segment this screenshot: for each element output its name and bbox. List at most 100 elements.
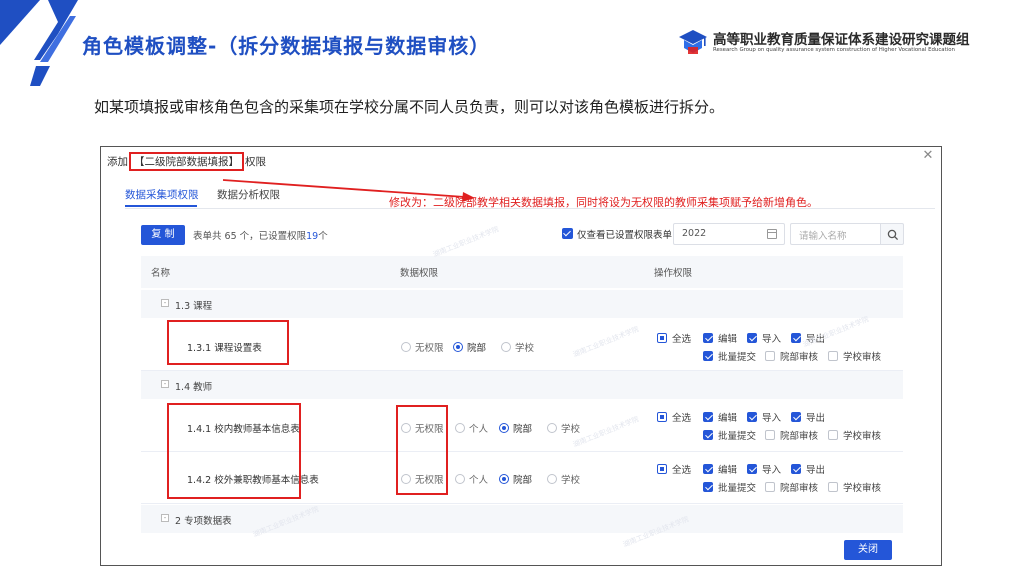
checkbox-import[interactable]: 导入 [747, 462, 781, 476]
checkbox-label: 学校审核 [843, 431, 882, 442]
checkbox-label: 批量提交 [718, 352, 757, 363]
radio-dot [499, 474, 509, 484]
annotation-note: 修改为：二级院部教学相关数据填报，同时将设为无权限的教师采集项赋予给新增角色。 [389, 196, 818, 209]
search-button[interactable] [880, 223, 904, 245]
corner-decoration [0, 0, 78, 86]
radio-label: 个人 [469, 424, 489, 435]
group-row[interactable]: - 1.3 课程 [141, 290, 903, 318]
stats-suffix: 个 [318, 231, 328, 242]
checkbox-box [747, 412, 757, 422]
col-name: 名称 [151, 268, 171, 279]
watermark: 湖南工业职业技术学院 [432, 225, 500, 259]
radio-personal[interactable]: 个人 [455, 472, 488, 486]
checkbox-school-review[interactable]: 学校审核 [828, 428, 881, 442]
checkbox-label: 全选 [672, 413, 692, 424]
checkbox-batch-submit[interactable]: 批量提交 [703, 480, 756, 494]
checkbox-box [703, 333, 713, 343]
checkbox-label: 全选 [672, 334, 692, 345]
checkbox-edit[interactable]: 编辑 [703, 410, 737, 424]
only-set-checkbox[interactable] [562, 228, 573, 239]
radio-label: 个人 [469, 475, 489, 486]
radio-label: 学校 [561, 424, 581, 435]
checkbox-box [747, 333, 757, 343]
checkbox-export[interactable]: 导出 [791, 462, 825, 476]
checkbox-box [657, 464, 667, 474]
year-value: 2022 [682, 228, 707, 239]
checkbox-label: 导出 [806, 465, 826, 476]
checkbox-import[interactable]: 导入 [747, 410, 781, 424]
checkbox-export[interactable]: 导出 [791, 410, 825, 424]
radio-school[interactable]: 学校 [547, 421, 580, 435]
checkbox-import[interactable]: 导入 [747, 331, 781, 345]
checkbox-box [703, 464, 713, 474]
radio-school[interactable]: 学校 [501, 340, 534, 354]
checkbox-select-all[interactable]: 全选 [657, 410, 691, 424]
checkbox-box [765, 351, 775, 361]
checkbox-box [703, 351, 713, 361]
checkbox-school-review[interactable]: 学校审核 [828, 480, 881, 494]
close-button[interactable]: 关闭 [844, 540, 892, 560]
search-icon [887, 229, 899, 241]
checkbox-edit[interactable]: 编辑 [703, 462, 737, 476]
checkbox-box [791, 333, 801, 343]
tab-data-analysis[interactable]: 数据分析权限 [217, 187, 280, 202]
close-icon[interactable]: ✕ [921, 149, 935, 163]
highlight-box-course [167, 320, 289, 365]
checkbox-box [657, 412, 667, 422]
collapse-icon[interactable]: - [161, 514, 169, 522]
radio-dot [401, 342, 411, 352]
checkbox-batch-submit[interactable]: 批量提交 [703, 349, 756, 363]
checkbox-label: 院部审核 [780, 352, 819, 363]
checkbox-label: 编辑 [718, 334, 738, 345]
calendar-icon [767, 229, 777, 239]
checkbox-select-all[interactable]: 全选 [657, 331, 691, 345]
org-name-en: Research Group on quality assurance syst… [713, 47, 955, 53]
checkbox-box [703, 430, 713, 440]
search-input[interactable]: 请输入名称 [790, 223, 880, 245]
checkbox-edit[interactable]: 编辑 [703, 331, 737, 345]
checkbox-box [828, 351, 838, 361]
dialog-title-prefix: 添加 [107, 156, 128, 168]
search-placeholder: 请输入名称 [799, 231, 847, 242]
checkbox-box [765, 430, 775, 440]
checkbox-school-review[interactable]: 学校审核 [828, 349, 881, 363]
collapse-icon[interactable]: - [161, 380, 169, 388]
year-picker[interactable]: 2022 [673, 223, 785, 245]
radio-label: 院部 [513, 424, 533, 435]
checkbox-label: 导入 [762, 334, 782, 345]
highlight-box-no-permission [396, 405, 448, 495]
stats-count: 19 [306, 231, 319, 242]
mortarboard-icon [679, 30, 707, 54]
stats-prefix: 表单共 65 个，已设置权限 [193, 231, 307, 242]
radio-no-permission[interactable]: 无权限 [401, 340, 444, 354]
checkbox-dept-review[interactable]: 院部审核 [765, 480, 818, 494]
radio-dot [455, 474, 465, 484]
page-title: 角色模板调整-（拆分数据填报与数据审核） [82, 34, 491, 58]
collapse-icon[interactable]: - [161, 299, 169, 307]
checkbox-dept-review[interactable]: 院部审核 [765, 349, 818, 363]
checkbox-box [765, 482, 775, 492]
radio-department[interactable]: 院部 [453, 340, 486, 354]
checkbox-box [657, 333, 667, 343]
radio-department[interactable]: 院部 [499, 472, 532, 486]
checkbox-select-all[interactable]: 全选 [657, 462, 691, 476]
checkbox-box [828, 430, 838, 440]
copy-button[interactable]: 复 制 [141, 225, 185, 245]
checkbox-box [791, 464, 801, 474]
org-logo: 高等职业教育质量保证体系建设研究课题组 Research Group on qu… [677, 26, 1007, 60]
checkbox-label: 批量提交 [718, 431, 757, 442]
checkbox-batch-submit[interactable]: 批量提交 [703, 428, 756, 442]
group-row[interactable]: - 1.4 教师 [141, 371, 903, 399]
radio-label: 学校 [561, 475, 581, 486]
radio-school[interactable]: 学校 [547, 472, 580, 486]
tab-data-collection[interactable]: 数据采集项权限 [125, 187, 199, 202]
radio-label: 院部 [513, 475, 533, 486]
radio-department[interactable]: 院部 [499, 421, 532, 435]
checkbox-label: 全选 [672, 465, 692, 476]
checkbox-dept-review[interactable]: 院部审核 [765, 428, 818, 442]
radio-dot [499, 423, 509, 433]
radio-personal[interactable]: 个人 [455, 421, 488, 435]
table-header: 名称 数据权限 操作权限 [141, 256, 903, 288]
radio-dot [547, 423, 557, 433]
only-set-label: 仅查看已设置权限表单 [577, 230, 673, 241]
